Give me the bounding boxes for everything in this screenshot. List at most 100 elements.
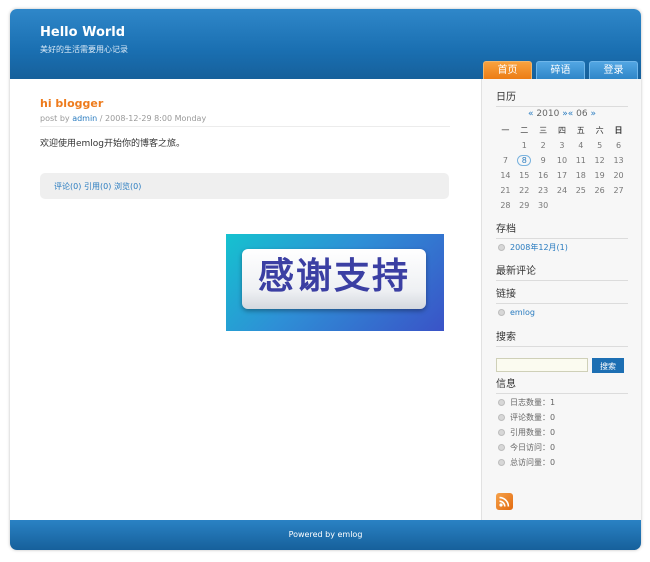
link-item-label: emlog: [510, 308, 535, 317]
info-item: 今日访问：0: [498, 442, 555, 453]
calendar-day: 21: [500, 186, 511, 195]
calendar-day: [553, 198, 572, 213]
calendar-weekday-row: 一 二 三 四 五 六 日: [496, 123, 628, 138]
bullet-icon: [498, 429, 505, 436]
rss-icon[interactable]: [496, 493, 513, 510]
calendar-day: [496, 138, 515, 153]
tab-login[interactable]: 登录: [589, 61, 638, 79]
sidebar: 日历 « 2010 »« 06 » 一 二 三 四 五 六 日 1 2 3 4 …: [481, 79, 641, 520]
tab-twitter[interactable]: 碎语: [536, 61, 585, 79]
calendar-day-today: 8: [515, 153, 534, 168]
calendar-heading: 日历: [496, 88, 628, 107]
comments-link[interactable]: 评论(0): [54, 181, 81, 192]
calendar-day: 14: [500, 171, 511, 180]
bullet-icon: [498, 244, 505, 251]
weekday-wed: 三: [539, 126, 548, 135]
bullet-icon: [498, 309, 505, 316]
link-item-emlog[interactable]: emlog: [498, 308, 535, 317]
calendar-day: 28: [500, 201, 511, 210]
archive-heading: 存档: [496, 220, 628, 239]
calendar-day: 19: [594, 171, 605, 180]
post-title[interactable]: hi blogger: [40, 97, 103, 110]
weekday-sun: 日: [614, 126, 623, 135]
calendar-day: [609, 198, 628, 213]
search-button[interactable]: 搜索: [592, 358, 624, 373]
bullet-icon: [498, 459, 505, 466]
calendar-day: 3: [559, 141, 565, 150]
calendar-day: 4: [578, 141, 584, 150]
calendar-day: 22: [519, 186, 530, 195]
info-item: 引用数量：0: [498, 427, 555, 438]
calendar-day: 9: [540, 156, 546, 165]
calendar-day: 1: [521, 141, 527, 150]
views-link[interactable]: 浏览(0): [114, 181, 141, 192]
weekday-mon: 一: [501, 126, 510, 135]
calendar-week-row: 14 15 16 17 18 19 20: [496, 168, 628, 183]
calendar-day: 7: [502, 156, 508, 165]
post-body: 欢迎使用emlog开始你的博客之旅。: [40, 139, 186, 149]
calendar-day: 12: [594, 156, 605, 165]
info-item-label: 总访问量：0: [510, 458, 556, 467]
calendar-week-row: 21 22 23 24 25 26 27: [496, 183, 628, 198]
info-item-label: 评论数量：0: [510, 413, 556, 422]
weekday-sat: 六: [595, 126, 604, 135]
site-title[interactable]: Hello World: [40, 25, 125, 40]
calendar-day: 17: [556, 171, 568, 180]
calendar-day: 2: [540, 141, 546, 150]
bullet-icon: [498, 399, 505, 406]
site-footer: Powered by emlog: [10, 520, 641, 550]
calendar-day: 27: [613, 186, 624, 195]
archive-item[interactable]: 2008年12月(1): [498, 242, 568, 253]
post-meta-date: / 2008-12-29 8:00 Monday: [97, 114, 207, 123]
prev-month-link[interactable]: «: [568, 109, 574, 119]
trackbacks-link[interactable]: 引用(0): [84, 181, 111, 192]
calendar-day: [571, 198, 590, 213]
info-heading: 信息: [496, 375, 628, 394]
main-content: hi blogger post by admin / 2008-12-29 8:…: [10, 79, 481, 520]
footer-text[interactable]: Powered by emlog: [289, 530, 363, 539]
calendar-day: [590, 198, 609, 213]
thanks-banner-text: 感谢支持: [257, 256, 410, 297]
bullet-icon: [498, 414, 505, 421]
calendar-day: 25: [575, 186, 586, 195]
prev-year-link[interactable]: «: [528, 109, 534, 119]
calendar-grid: 一 二 三 四 五 六 日 1 2 3 4 5 6 7 8 9 10 11 12…: [496, 123, 628, 213]
post-meta-prefix: post by: [40, 114, 73, 123]
calendar-week-row: 7 8 9 10 11 12 13: [496, 153, 628, 168]
post-author-link[interactable]: admin: [72, 114, 97, 123]
site-subtitle: 美好的生活需要用心记录: [40, 45, 128, 54]
archive-item-label: 2008年12月(1): [510, 243, 568, 252]
calendar-day: 29: [519, 201, 530, 210]
main-nav: 首页 碎语 登录: [481, 61, 641, 79]
calendar-day: 15: [519, 171, 530, 180]
calendar-day: 10: [556, 156, 568, 165]
thanks-banner-plate: 感谢支持: [242, 249, 426, 309]
tab-home[interactable]: 首页: [483, 61, 532, 79]
recent-comments-heading: 最新评论: [496, 262, 628, 281]
calendar-day: 11: [575, 156, 586, 165]
calendar-day: 6: [615, 141, 622, 150]
post-footer-links: 评论(0) 引用(0) 浏览(0): [40, 173, 449, 199]
weekday-thu: 四: [557, 126, 566, 135]
weekday-fri: 五: [576, 126, 585, 135]
next-month-link[interactable]: »: [590, 109, 596, 119]
info-item-label: 日志数量：1: [510, 398, 556, 407]
calendar-day: 16: [538, 171, 549, 180]
links-heading: 链接: [496, 285, 628, 304]
info-item: 总访问量：0: [498, 457, 555, 468]
page-container: Hello World 美好的生活需要用心记录 首页 碎语 登录 hi blog…: [10, 9, 641, 550]
today-marker: 8: [517, 155, 532, 166]
calendar-day: 26: [594, 186, 605, 195]
search-input[interactable]: [496, 358, 588, 372]
calendar-day: 24: [556, 186, 568, 195]
info-item: 日志数量：1: [498, 397, 555, 408]
calendar-day: 13: [613, 156, 624, 165]
calendar-week-row: 28 29 30: [496, 198, 628, 213]
site-header: Hello World 美好的生活需要用心记录 首页 碎语 登录: [10, 9, 641, 79]
calendar-year: 2010: [536, 109, 560, 119]
calendar-month: 06: [576, 109, 588, 119]
bullet-icon: [498, 444, 505, 451]
post-meta: post by admin / 2008-12-29 8:00 Monday: [40, 114, 450, 127]
info-item-label: 今日访问：0: [510, 443, 556, 452]
weekday-tue: 二: [520, 126, 529, 135]
